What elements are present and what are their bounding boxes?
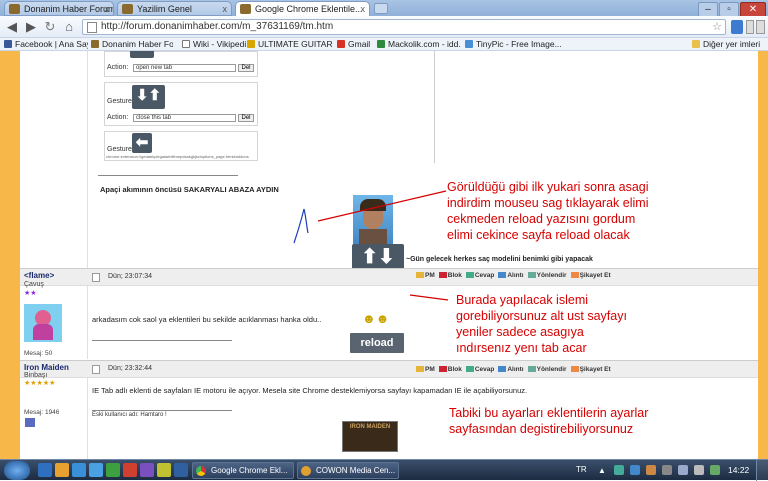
wrench-menu-icon[interactable] [756, 20, 765, 34]
taskbar-label: COWON Media Cen... [316, 466, 396, 475]
show-desktop-button[interactable] [756, 460, 768, 481]
bookmarks-bar: Facebook | Ana Sayfa Donanim Haber For..… [0, 38, 768, 51]
facebook-icon [4, 40, 12, 48]
bookmark-label: TinyPic - Free Image... [476, 39, 561, 49]
tab-google-chrome-eklentileri[interactable]: Google Chrome Eklentile... x [235, 1, 370, 16]
bookmark-label: Diğer yer imleri [703, 39, 761, 49]
bookmark-facebook[interactable]: Facebook | Ana Sayfa [4, 38, 88, 50]
bookmark-label: Donanim Haber For... [102, 39, 173, 49]
bookmark-other[interactable]: Diğer yer imleri [692, 38, 768, 50]
page-content: Action: open new tab Del Gesture ⬇⬆ Acti… [0, 51, 768, 459]
new-tab-button[interactable] [374, 3, 388, 14]
annotation-note-1: Görüldüğü gibi ilk yukari sonra asagi in… [447, 180, 649, 242]
quicklaunch-app-icon[interactable] [140, 463, 154, 477]
tab-yazilim-genel[interactable]: Yazilim Genel x [117, 1, 232, 16]
chrome-icon [196, 466, 206, 476]
tab-close-icon[interactable]: x [361, 2, 366, 16]
bookmark-label: Gmail [348, 39, 371, 49]
bookmark-donanim-haber[interactable]: Donanim Haber For... [91, 38, 173, 50]
tray-app-icon[interactable] [630, 465, 640, 475]
gmail-icon [337, 40, 345, 48]
tab-close-icon[interactable]: x [223, 2, 228, 15]
tab-label: Google Chrome Eklentile... [255, 4, 363, 14]
bookmark-wiki[interactable]: Wiki - Vikipedi [182, 38, 250, 50]
tray-app-icon[interactable] [614, 465, 624, 475]
bookmark-mackolik[interactable]: Mackolik.com - idd... [377, 38, 461, 50]
browser-titlebar: Donanim Haber Forum x Yazilim Genel x Go… [0, 0, 768, 17]
show-desktop-icon[interactable] [38, 463, 52, 477]
home-icon[interactable]: ⌂ [60, 18, 78, 36]
forum-favicon-icon [9, 4, 20, 14]
cowon-icon [301, 466, 311, 476]
annotation-note-3: Tabiki bu ayarları eklentilerin ayarlar … [449, 406, 649, 436]
taskbar-cowon[interactable]: COWON Media Cen... [297, 462, 399, 479]
quicklaunch-app-icon[interactable] [123, 463, 137, 477]
ultimate-guitar-icon [247, 40, 255, 48]
address-bar[interactable]: http://forum.donanimhaber.com/m_37631169… [82, 19, 726, 35]
minimize-button[interactable]: – [698, 2, 718, 17]
mackolik-icon [377, 40, 385, 48]
bookmark-tinypic[interactable]: TinyPic - Free Image... [465, 38, 561, 50]
network-icon[interactable] [678, 465, 688, 475]
forum-favicon-icon [91, 40, 99, 48]
annotation-lines [317, 190, 449, 301]
taskbar-label: Google Chrome Ekl... [211, 466, 288, 475]
forum-favicon-icon [122, 4, 133, 14]
extension-icon[interactable] [731, 20, 743, 34]
bookmark-gmail[interactable]: Gmail [337, 38, 373, 50]
clock[interactable]: 14:22 [728, 465, 749, 475]
forward-arrow-icon[interactable]: ▶ [22, 18, 40, 36]
wikipedia-icon [182, 40, 190, 48]
start-orb-icon[interactable] [4, 461, 30, 480]
bookmark-ultimate-guitar[interactable]: ULTIMATE GUITAR ... [247, 38, 333, 50]
quicklaunch-app-icon[interactable] [174, 463, 188, 477]
tray-app-icon[interactable] [662, 465, 672, 475]
tab-label: Donanim Haber Forum [24, 4, 114, 14]
back-arrow-icon[interactable]: ◀ [3, 18, 21, 36]
bookmark-label: Facebook | Ana Sayfa [15, 39, 88, 49]
bookmark-label: Wiki - Vikipedi [193, 39, 247, 49]
bookmark-label: ULTIMATE GUITAR ... [258, 39, 333, 49]
tray-expand-icon[interactable]: ▲ [598, 466, 606, 475]
forum-favicon-icon [240, 4, 251, 14]
bookmark-star-icon[interactable]: ☆ [712, 20, 722, 34]
windows-taskbar: Google Chrome Ekl... COWON Media Cen... … [0, 459, 768, 481]
tab-close-icon[interactable]: x [105, 2, 110, 15]
ie-icon[interactable] [89, 463, 103, 477]
reload-icon[interactable]: ↻ [41, 18, 59, 36]
battery-icon[interactable] [710, 465, 720, 475]
media-player-icon[interactable] [72, 463, 86, 477]
language-indicator[interactable]: TR [576, 465, 587, 474]
tab-donanim-haber-forum[interactable]: Donanim Haber Forum x [4, 1, 114, 16]
browser-toolbar: ◀ ▶ ↻ ⌂ http://forum.donanimhaber.com/m_… [0, 16, 768, 38]
address-text: http://forum.donanimhaber.com/m_37631169… [101, 21, 334, 32]
quicklaunch-app-icon[interactable] [106, 463, 120, 477]
volume-icon[interactable] [694, 465, 704, 475]
tray-app-icon[interactable] [646, 465, 656, 475]
tab-label: Yazilim Genel [137, 4, 192, 14]
page-icon [87, 22, 97, 33]
folder-icon [692, 40, 700, 48]
maximize-button[interactable]: ▫ [719, 2, 739, 17]
page-menu-icon[interactable] [746, 20, 754, 34]
taskbar-chrome[interactable]: Google Chrome Ekl... [192, 462, 294, 479]
tinypic-icon [465, 40, 473, 48]
bookmark-label: Mackolik.com - idd... [388, 39, 461, 49]
annotation-note-2: Burada yapılacak islemi gorebiliyorsunuz… [456, 293, 627, 355]
explorer-icon[interactable] [55, 463, 69, 477]
quicklaunch-app-icon[interactable] [157, 463, 171, 477]
close-window-button[interactable]: ✕ [740, 2, 766, 17]
